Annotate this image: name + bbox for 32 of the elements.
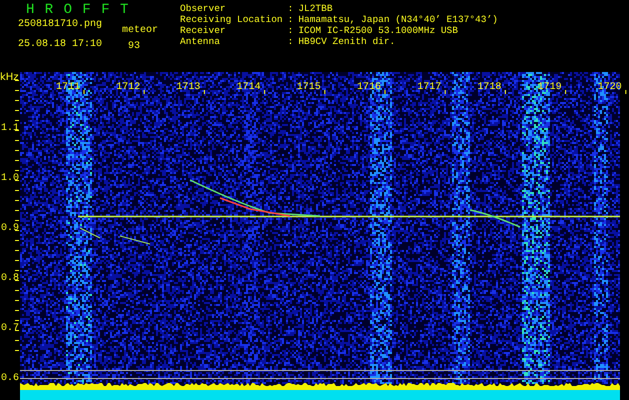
info-label: Receiving Location	[180, 14, 283, 25]
time-label: 1719	[538, 82, 562, 93]
meteor-count: 93	[128, 41, 141, 53]
time-label: 1717	[417, 82, 442, 93]
count-label: meteor	[122, 25, 158, 37]
timestamp: 25.08.18 17:10	[18, 39, 102, 52]
info-label: Receiver	[180, 25, 227, 36]
time-label: 1716	[357, 82, 382, 93]
frequency-label: 0.8	[1, 273, 20, 285]
info-value: JL2TBB	[298, 3, 334, 14]
info-label: Antenna	[180, 36, 221, 47]
frequency-label: 0.6	[1, 373, 20, 385]
info-separator: :	[288, 3, 294, 14]
info-label: Observer	[180, 3, 227, 14]
unit-label: kHz	[0, 72, 19, 84]
time-label: 1713	[176, 82, 200, 93]
time-label: 1718	[477, 82, 502, 93]
frequency-label: 0.7	[1, 323, 20, 335]
frequency-label: 1.0	[1, 173, 20, 185]
info-separator: :	[288, 36, 294, 47]
info-value: HB9CV Zenith dir.	[298, 36, 396, 47]
info-value: Hamamatsu, Japan (N34°40’ E137°43’)	[298, 14, 498, 25]
time-label: 1711	[56, 82, 80, 93]
info-separator: :	[288, 14, 294, 25]
frequency-label: 0.9	[1, 223, 20, 235]
frequency-label: 1.1	[1, 123, 20, 135]
info-separator: :	[288, 25, 294, 36]
time-label: 1712	[116, 82, 140, 93]
info-value: ICOM IC-R2500 53.1000MHz USB	[298, 25, 459, 36]
time-label: 1714	[236, 82, 261, 93]
file-name: 2508181710.png	[18, 19, 102, 32]
app-title: H R O F F T	[25, 3, 130, 17]
